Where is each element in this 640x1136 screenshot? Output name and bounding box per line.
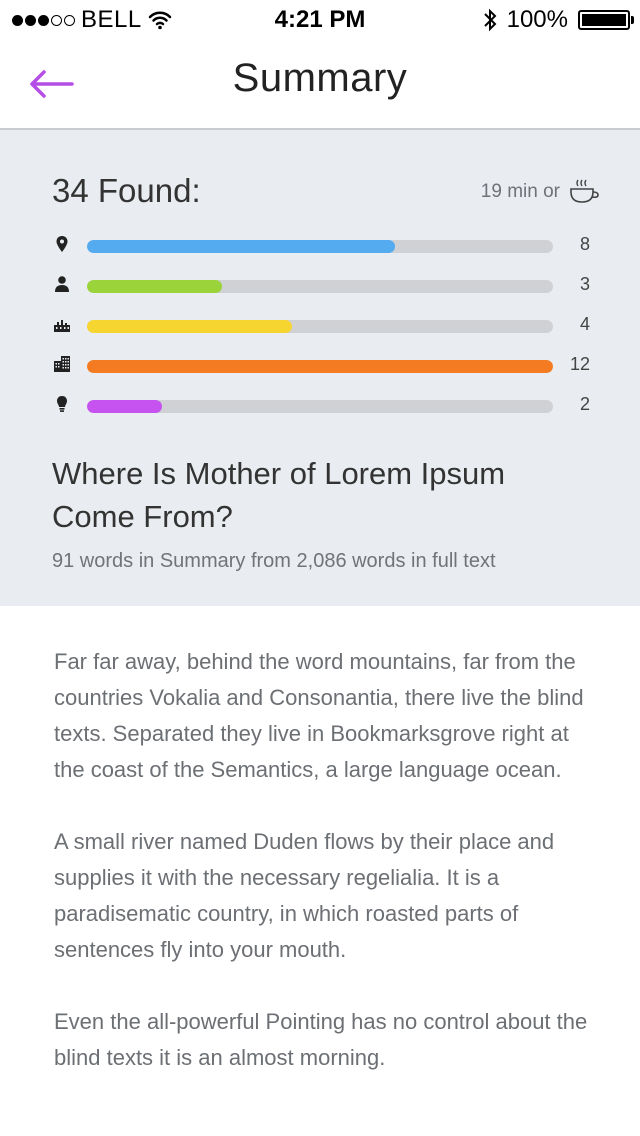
stat-count: 4 [579, 314, 590, 334]
article-title: Where Is Mother of Lorem Ipsum Come From… [52, 456, 506, 534]
battery-percentage: 100% [506, 6, 568, 33]
stat-bar-fill [87, 400, 162, 413]
stat-row-people: 3 [52, 274, 592, 314]
stat-bar-fill [87, 240, 395, 253]
word-count: 91 words in Summary from 2,086 words in … [52, 550, 496, 572]
stat-bar-track [87, 280, 553, 293]
stat-bar-fill [87, 360, 553, 373]
stat-row-locations: 8 [52, 234, 592, 274]
person-icon [55, 276, 69, 292]
location-pin-icon [56, 236, 68, 252]
status-right: 100% [483, 6, 634, 34]
light-bulb-icon [57, 396, 67, 412]
status-bar: BELL 4:21 PM 100% [0, 0, 640, 40]
navigation-bar: Summary [0, 40, 640, 130]
entity-stats: 8 3 4 12 2 [52, 234, 592, 434]
stat-row-cities: 4 [52, 314, 592, 354]
building-icon [54, 356, 70, 372]
read-time-label: 19 min or [480, 181, 560, 202]
paragraph: Even the all-powerful Pointing has no co… [54, 1009, 588, 1070]
bluetooth-icon [483, 8, 497, 32]
stat-count: 3 [579, 274, 590, 294]
stat-bar-track [87, 400, 553, 413]
stat-row-ideas: 2 [52, 394, 592, 434]
city-skyline-icon [54, 320, 70, 332]
stat-bar-track [87, 360, 553, 373]
stat-count: 8 [579, 234, 590, 254]
stat-bar-track [87, 320, 553, 333]
summary-text: Far far away, behind the word mountains,… [54, 644, 600, 1112]
found-count-heading: 34 Found: [52, 172, 201, 209]
coffee-cup-icon [570, 179, 599, 203]
stat-bar-track [87, 240, 553, 253]
battery-icon [578, 10, 634, 30]
stat-count: 2 [579, 394, 590, 414]
stat-count: 12 [569, 354, 590, 374]
stat-bar-fill [87, 320, 293, 333]
page-title: Summary [232, 56, 408, 100]
summary-panel: 34 Found: 19 min or 8 3 4 12 2 Where Is … [0, 130, 640, 606]
stat-bar-fill [87, 280, 223, 293]
read-time: 19 min or [481, 178, 600, 206]
stat-row-organizations: 12 [52, 354, 592, 394]
paragraph: A small river named Duden flows by their… [54, 829, 555, 962]
paragraph: Far far away, behind the word mountains,… [54, 649, 584, 782]
